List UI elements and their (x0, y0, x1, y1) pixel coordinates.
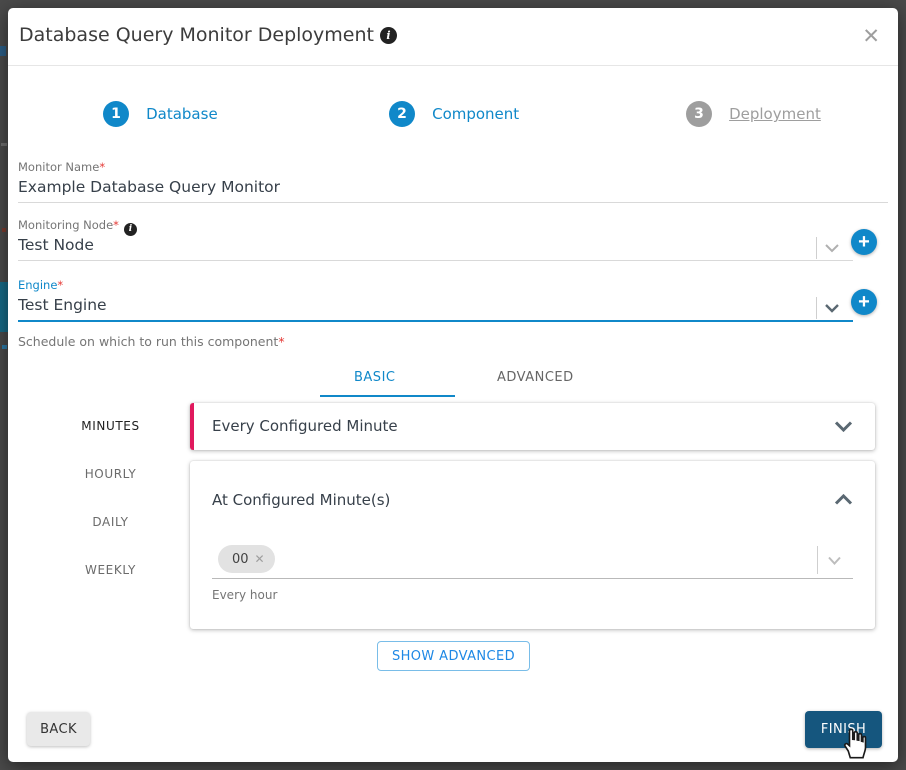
required-asterisk: * (99, 160, 105, 174)
show-advanced-button[interactable]: SHOW ADVANCED (377, 641, 530, 671)
dialog-header: Database Query Monitor Deployment i ✕ (8, 8, 898, 66)
step-number-badge: 1 (103, 101, 129, 127)
required-asterisk: * (278, 334, 284, 349)
dialog-title: Database Query Monitor Deployment i (19, 24, 397, 46)
close-icon[interactable]: ✕ (862, 24, 880, 48)
minute-chip[interactable]: 00 ✕ (218, 545, 275, 573)
step-label: Database (146, 105, 218, 123)
step-component[interactable]: 2 Component (389, 101, 519, 127)
required-asterisk: * (57, 278, 63, 292)
divider (817, 546, 818, 574)
background-overlay-fragment (2, 345, 7, 349)
finish-button[interactable]: FINISH (805, 711, 882, 748)
chevron-down-icon[interactable] (834, 420, 853, 433)
step-number-badge: 3 (686, 101, 712, 127)
frequency-hourly[interactable]: HOURLY (38, 467, 183, 481)
chevron-down-icon[interactable] (824, 302, 840, 314)
dialog-title-text: Database Query Monitor Deployment (19, 24, 374, 46)
schedule-card-at-configured-minutes[interactable]: At Configured Minute(s) 00 ✕ Every hour (190, 461, 875, 629)
tab-basic[interactable]: BASIC (354, 370, 395, 385)
deployment-wizard-dialog: Database Query Monitor Deployment i ✕ 1 D… (8, 8, 898, 762)
card-helper-text: Every hour (212, 588, 277, 602)
chip-remove-icon[interactable]: ✕ (255, 552, 265, 566)
schedule-card-every-configured-minute[interactable]: Every Configured Minute (190, 403, 875, 450)
background-overlay-fragment (0, 46, 6, 56)
background-overlay-fragment (2, 228, 6, 232)
step-database[interactable]: 1 Database (103, 101, 218, 127)
required-asterisk: * (113, 218, 119, 232)
divider (816, 297, 817, 319)
chevron-down-icon[interactable] (827, 555, 842, 566)
monitoring-node-select-input[interactable] (18, 234, 853, 261)
step-deployment: 3 Deployment (686, 101, 821, 127)
monitor-name-input[interactable] (18, 176, 888, 203)
engine-select-input[interactable] (18, 294, 853, 322)
divider (816, 237, 817, 259)
engine-label: Engine* (18, 278, 63, 292)
add-engine-button[interactable]: + (851, 289, 877, 315)
monitor-name-label: Monitor Name* (18, 160, 105, 174)
background-overlay-fragment (0, 282, 8, 332)
chevron-up-icon[interactable] (834, 493, 853, 506)
card-title: Every Configured Minute (212, 417, 398, 435)
active-frequency-bar (190, 403, 194, 450)
minute-chip-value: 00 (232, 552, 249, 567)
background-overlay-fragment (1, 143, 7, 146)
step-label: Component (432, 105, 519, 123)
schedule-label: Schedule on which to run this component* (18, 334, 285, 349)
back-button[interactable]: BACK (27, 712, 90, 746)
add-monitoring-node-button[interactable]: + (851, 229, 877, 255)
card-title: At Configured Minute(s) (212, 491, 390, 509)
frequency-minutes[interactable]: MINUTES (38, 419, 183, 433)
chevron-down-icon[interactable] (824, 242, 840, 254)
active-tab-indicator (320, 395, 455, 397)
frequency-weekly[interactable]: WEEKLY (38, 563, 183, 577)
step-number-badge: 2 (389, 101, 415, 127)
step-label: Deployment (729, 105, 821, 123)
info-icon[interactable]: i (380, 27, 397, 44)
tab-advanced[interactable]: ADVANCED (497, 370, 574, 385)
frequency-daily[interactable]: DAILY (38, 515, 183, 529)
minutes-input-underline (212, 578, 853, 579)
